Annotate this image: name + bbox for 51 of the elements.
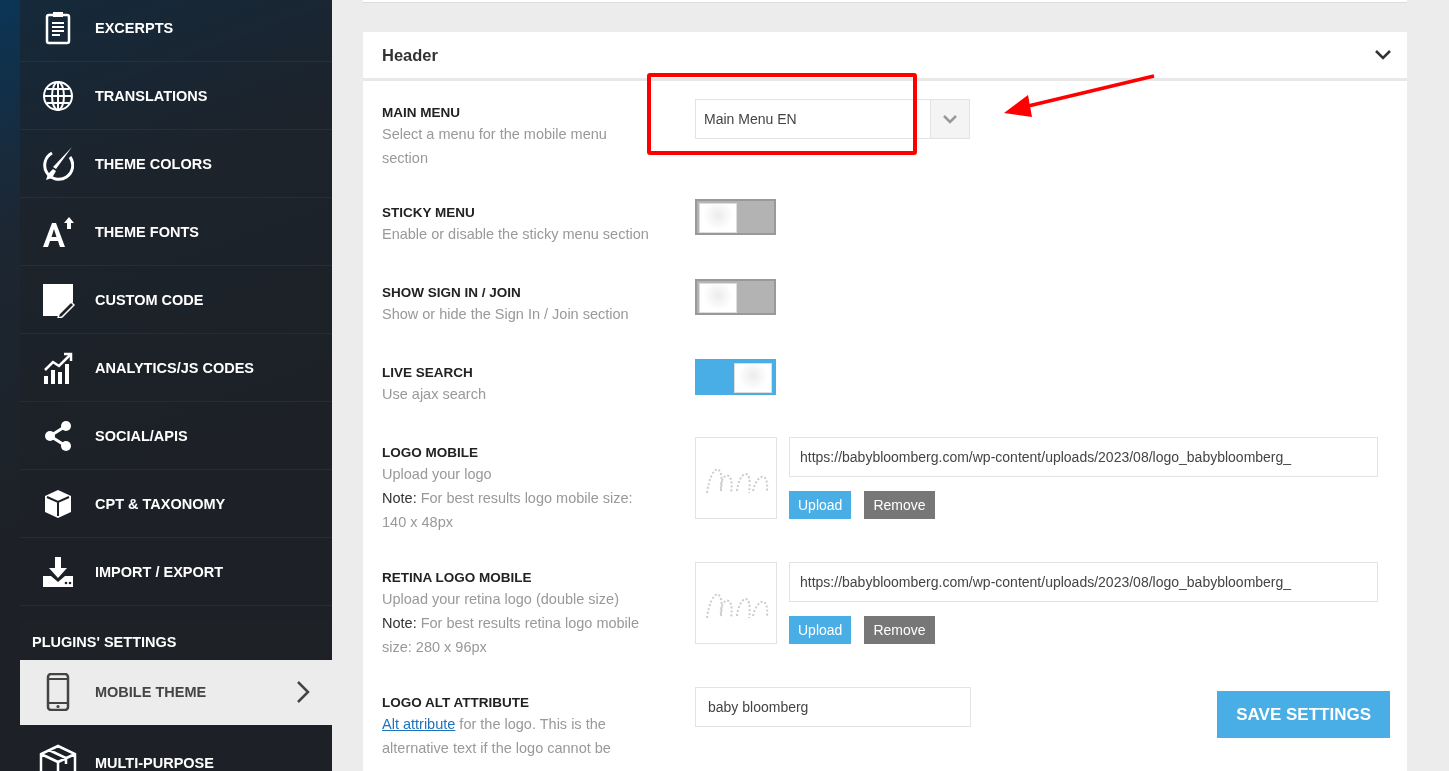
url-field[interactable]: https://babybloomberg.com/wp-content/uploads/2023/08/logo_babybloomberg_ [789, 562, 1378, 602]
setting-description: Enable or disable the sticky menu section [382, 225, 650, 244]
setting-note: Note: For best results logo mobile size: 140 x 48px [382, 489, 634, 532]
sidebar-item[interactable]: CUSTOM CODE [20, 266, 332, 334]
remove-button[interactable]: Remove [864, 491, 935, 519]
setting-note: Note: For best results retina logo mobile size: 280 x 96px [382, 614, 641, 657]
chart-icon [42, 351, 73, 384]
sidebar-item[interactable]: MULTI-PURPOSE [20, 729, 332, 771]
panel-title: Header [382, 45, 438, 65]
sidebar-item[interactable]: THEME FONTS [20, 198, 332, 266]
setting-label: RETINA LOGO MOBILE [382, 570, 533, 585]
phone-icon [45, 673, 70, 711]
setting-label: LIVE SEARCH [382, 365, 474, 380]
sidebar-item[interactable]: CPT & TAXONOMY [20, 470, 332, 538]
chevron-down-icon [1375, 50, 1391, 60]
clipboard-icon [44, 10, 71, 45]
setting-label: LOGO MOBILE [382, 445, 479, 460]
box-icon [38, 743, 77, 771]
remove-button[interactable]: Remove [864, 616, 935, 644]
sidebar-item[interactable]: ANALYTICS/JS CODES [20, 334, 332, 402]
chevron-down-icon [943, 114, 957, 124]
setting-label: SHOW SIGN IN / JOIN [382, 285, 522, 300]
sidebar-item[interactable]: EXCERPTS [20, 0, 332, 62]
url-field[interactable]: https://babybloomberg.com/wp-content/uploads/2023/08/logo_babybloomberg_ [789, 437, 1378, 477]
setting-description: Select a menu for the mobile menu section [382, 125, 608, 168]
sidebar-item[interactable]: IMPORT / EXPORT [20, 538, 332, 606]
toggle-switch[interactable] [695, 199, 776, 235]
menu-select[interactable]: Main Menu EN [695, 99, 970, 139]
help-link[interactable]: Alt attribute [382, 716, 456, 732]
share-icon [43, 420, 72, 451]
toggle-switch[interactable] [695, 359, 776, 395]
chevron-right-icon [296, 680, 310, 704]
download-icon [41, 555, 74, 588]
cube-icon [43, 488, 72, 519]
setting-description: Upload your retina logo (double size) [382, 590, 620, 609]
sidebar-item[interactable]: THEME COLORS [20, 130, 332, 198]
setting-label: MAIN MENU [382, 105, 461, 120]
setting-description: Show or hide the Sign In / Join section [382, 305, 630, 324]
setting-description: Upload your logo [382, 465, 493, 484]
setting-description: Alt attribute for the logo. This is the alternative text if the logo cannot be [382, 715, 612, 758]
sidebar-item[interactable]: SOCIAL/APIS [20, 402, 332, 470]
sidebar-item[interactable]: TRANSLATIONS [20, 62, 332, 130]
note-pencil-icon [40, 281, 75, 318]
setting-description: Use ajax search [382, 385, 487, 404]
globe-icon [41, 79, 74, 112]
setting-label: LOGO ALT ATTRIBUTE [382, 695, 530, 710]
toggle-switch[interactable] [695, 279, 776, 315]
setting-label: STICKY MENU [382, 205, 476, 220]
panel-header[interactable]: Header [363, 32, 1407, 81]
sidebar-item[interactable]: MOBILE THEME [20, 660, 332, 725]
alt-text-field[interactable]: baby bloomberg [695, 687, 971, 727]
